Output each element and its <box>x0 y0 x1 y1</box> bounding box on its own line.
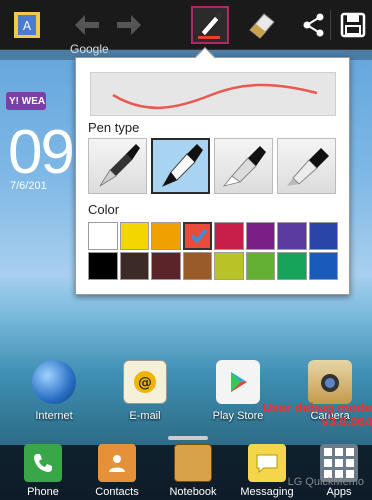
dock-phone-label: Phone <box>27 486 59 498</box>
color-swatch[interactable] <box>182 252 212 280</box>
debug-line-1: User debug mode <box>262 400 372 415</box>
color-swatch[interactable] <box>308 252 338 280</box>
app-internet[interactable]: Internet <box>24 360 84 422</box>
color-swatch-selected[interactable] <box>182 222 212 250</box>
dock-messaging[interactable]: Messaging <box>236 444 298 498</box>
color-swatch[interactable] <box>308 222 338 250</box>
dock-contacts[interactable]: Contacts <box>86 444 148 498</box>
contacts-icon <box>98 444 136 482</box>
app-play-store[interactable]: Play Store <box>208 360 268 422</box>
color-swatch[interactable] <box>151 222 181 250</box>
color-swatch[interactable] <box>277 222 307 250</box>
dock-notebook[interactable]: Notebook <box>162 444 224 498</box>
clock-date: 7/6/201 <box>10 180 47 192</box>
color-swatch[interactable] <box>214 222 244 250</box>
phone-icon <box>24 444 62 482</box>
color-swatch[interactable] <box>151 252 181 280</box>
app-internet-label: Internet <box>35 410 73 422</box>
debug-overlay: User debug mode v3.0.064 <box>262 401 372 429</box>
svg-text:@: @ <box>138 375 152 391</box>
app-play-store-label: Play Store <box>212 410 264 422</box>
color-swatch[interactable] <box>277 252 307 280</box>
watermark: LG QuickMemo <box>287 476 364 488</box>
color-swatch[interactable] <box>119 222 149 250</box>
email-icon: @ <box>123 360 167 404</box>
app-thumbnail-icon[interactable]: A <box>8 6 46 44</box>
color-swatch[interactable] <box>245 222 275 250</box>
pen-type-marker[interactable] <box>151 138 210 194</box>
checkmark-icon <box>190 228 207 244</box>
color-swatch[interactable] <box>245 252 275 280</box>
undo-icon[interactable] <box>68 6 106 44</box>
color-swatch[interactable] <box>88 252 118 280</box>
eraser-icon[interactable] <box>243 6 281 44</box>
share-icon[interactable] <box>295 6 333 44</box>
pen-icon[interactable] <box>191 6 229 44</box>
dock-contacts-label: Contacts <box>95 486 139 498</box>
redo-icon[interactable] <box>110 6 148 44</box>
dock-phone[interactable]: Phone <box>12 444 74 498</box>
dock-handle[interactable] <box>168 436 208 440</box>
pen-type-row <box>88 138 340 194</box>
color-swatch[interactable] <box>88 222 118 250</box>
globe-icon <box>32 360 76 404</box>
app-email[interactable]: @ E-mail <box>115 360 175 422</box>
svg-text:A: A <box>23 19 32 33</box>
dock-notebook-label: Notebook <box>169 486 217 498</box>
save-icon[interactable] <box>334 6 372 44</box>
pen-type-brush[interactable] <box>214 138 273 194</box>
clock-hour: 09 <box>8 118 75 187</box>
pen-type-fountain[interactable] <box>88 138 147 194</box>
color-label: Color <box>88 202 120 217</box>
pen-settings-popup: Pen type Color <box>75 47 350 295</box>
qmemo-toolbar: A <box>0 0 372 50</box>
dock-apps[interactable]: Apps <box>308 444 370 498</box>
color-swatch[interactable] <box>214 252 244 280</box>
color-palette <box>88 222 340 282</box>
stroke-preview <box>90 72 336 116</box>
app-email-label: E-mail <box>129 410 161 422</box>
search-hint: Google <box>70 42 109 56</box>
pen-type-highlighter[interactable] <box>277 138 336 194</box>
camera-icon <box>308 360 352 404</box>
play-store-icon <box>216 360 260 404</box>
notebook-icon <box>174 444 212 482</box>
messaging-icon <box>248 444 286 482</box>
pen-type-label: Pen type <box>88 120 140 135</box>
color-swatch[interactable] <box>119 252 149 280</box>
yahoo-weather-logo: Y! WEA <box>6 92 46 110</box>
debug-line-2: v3.0.064 <box>321 414 372 429</box>
